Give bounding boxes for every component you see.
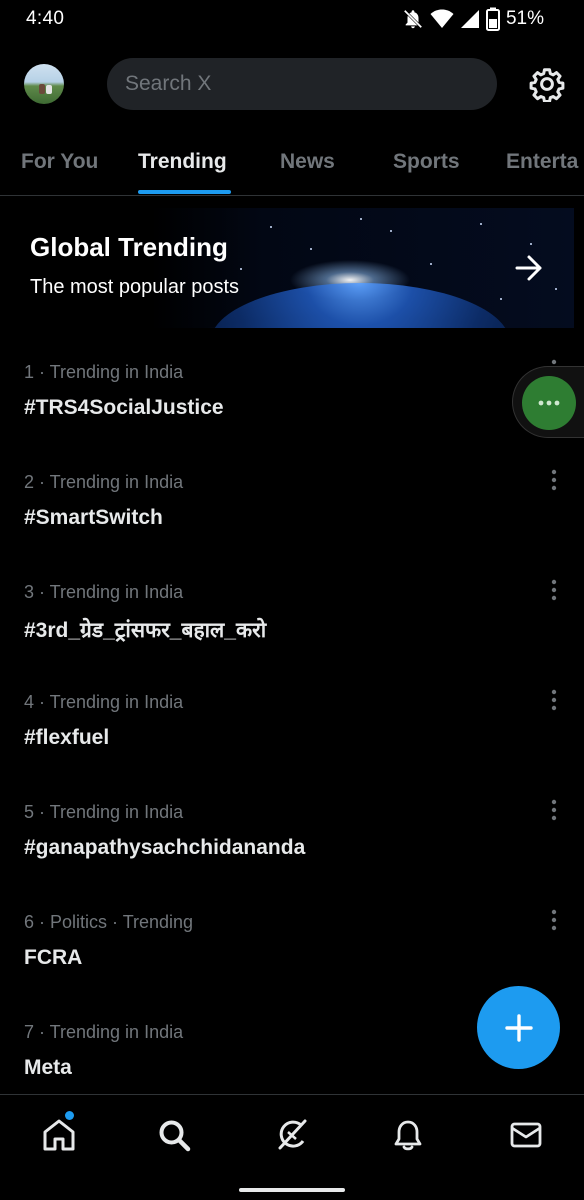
battery-percent: 51%	[505, 8, 544, 29]
home-icon[interactable]	[41, 1117, 77, 1153]
do-not-disturb-icon	[403, 9, 423, 29]
trend-item[interactable]: 5 · Trending in India #ganapathysachchid…	[0, 799, 584, 912]
more-options-icon[interactable]	[544, 578, 564, 604]
trend-meta: 5 · Trending in India	[24, 802, 184, 822]
trend-item[interactable]: 3 · Trending in India #3rd_ग्रेड_ट्रांसफ…	[0, 579, 584, 692]
signal-icon	[460, 10, 479, 28]
trend-item[interactable]: 2 · Trending in India #SmartSwitch	[0, 469, 584, 582]
banner-title: Global Trending	[30, 232, 228, 262]
trend-name: #3rd_ग्रेड_ट्रांसफर_बहाल_करो	[24, 619, 267, 642]
trend-meta: 2 · Trending in India	[24, 472, 184, 492]
battery-icon	[485, 7, 500, 31]
tab-bar: For You Trending News Sports Enterta	[0, 130, 584, 196]
tab-news[interactable]: News	[280, 150, 335, 174]
search-input[interactable]	[125, 72, 497, 96]
trend-meta: 6 · Politics · Trending	[24, 912, 194, 932]
status-bar: 4:40 51%	[0, 0, 584, 38]
search-icon[interactable]	[156, 1117, 192, 1153]
trend-name: FCRA	[24, 946, 83, 969]
more-options-icon[interactable]	[544, 798, 564, 824]
trend-name: Meta	[24, 1056, 72, 1079]
gear-icon[interactable]	[529, 66, 565, 102]
global-trending-banner[interactable]: Global Trending The most popular posts	[10, 208, 574, 328]
wifi-icon	[430, 9, 454, 28]
tab-for-you[interactable]: For You	[21, 150, 98, 174]
trend-meta: 3 · Trending in India	[24, 582, 184, 602]
trend-item[interactable]: 4 · Trending in India #flexfuel	[0, 689, 584, 802]
status-time: 4:40	[26, 8, 65, 29]
home-indicator[interactable]	[239, 1188, 345, 1192]
more-options-icon[interactable]	[544, 468, 564, 494]
bubble-more-icon	[522, 376, 576, 430]
tab-entertainment[interactable]: Enterta	[506, 150, 578, 174]
search-bar[interactable]	[107, 58, 497, 110]
floating-bubble[interactable]	[512, 366, 584, 438]
grok-icon[interactable]	[274, 1117, 310, 1153]
trend-meta: 1 · Trending in India	[24, 362, 184, 382]
trend-item[interactable]: 1 · Trending in India #TRS4SocialJustice	[0, 359, 584, 472]
trend-meta: 4 · Trending in India	[24, 692, 184, 712]
compose-button[interactable]	[477, 986, 560, 1069]
trend-meta: 7 · Trending in India	[24, 1022, 184, 1042]
arrow-right-icon	[515, 255, 542, 281]
more-options-icon[interactable]	[544, 908, 564, 934]
tab-active-indicator	[138, 190, 231, 194]
bell-icon[interactable]	[390, 1117, 426, 1153]
mail-icon[interactable]	[508, 1117, 544, 1153]
plus-icon	[504, 1013, 533, 1042]
bottom-nav	[0, 1094, 584, 1200]
tab-trending[interactable]: Trending	[138, 150, 227, 174]
trend-name: #flexfuel	[24, 726, 110, 749]
trend-name: #SmartSwitch	[24, 506, 163, 529]
status-icons: 51%	[402, 7, 544, 31]
trend-name: #ganapathysachchidananda	[24, 836, 306, 859]
banner-subtitle: The most popular posts	[30, 276, 239, 298]
home-notification-dot	[65, 1111, 74, 1120]
tab-sports[interactable]: Sports	[393, 150, 460, 174]
earth-image	[210, 283, 510, 328]
more-options-icon[interactable]	[544, 688, 564, 714]
avatar[interactable]	[24, 64, 64, 104]
trend-name: #TRS4SocialJustice	[24, 396, 224, 419]
